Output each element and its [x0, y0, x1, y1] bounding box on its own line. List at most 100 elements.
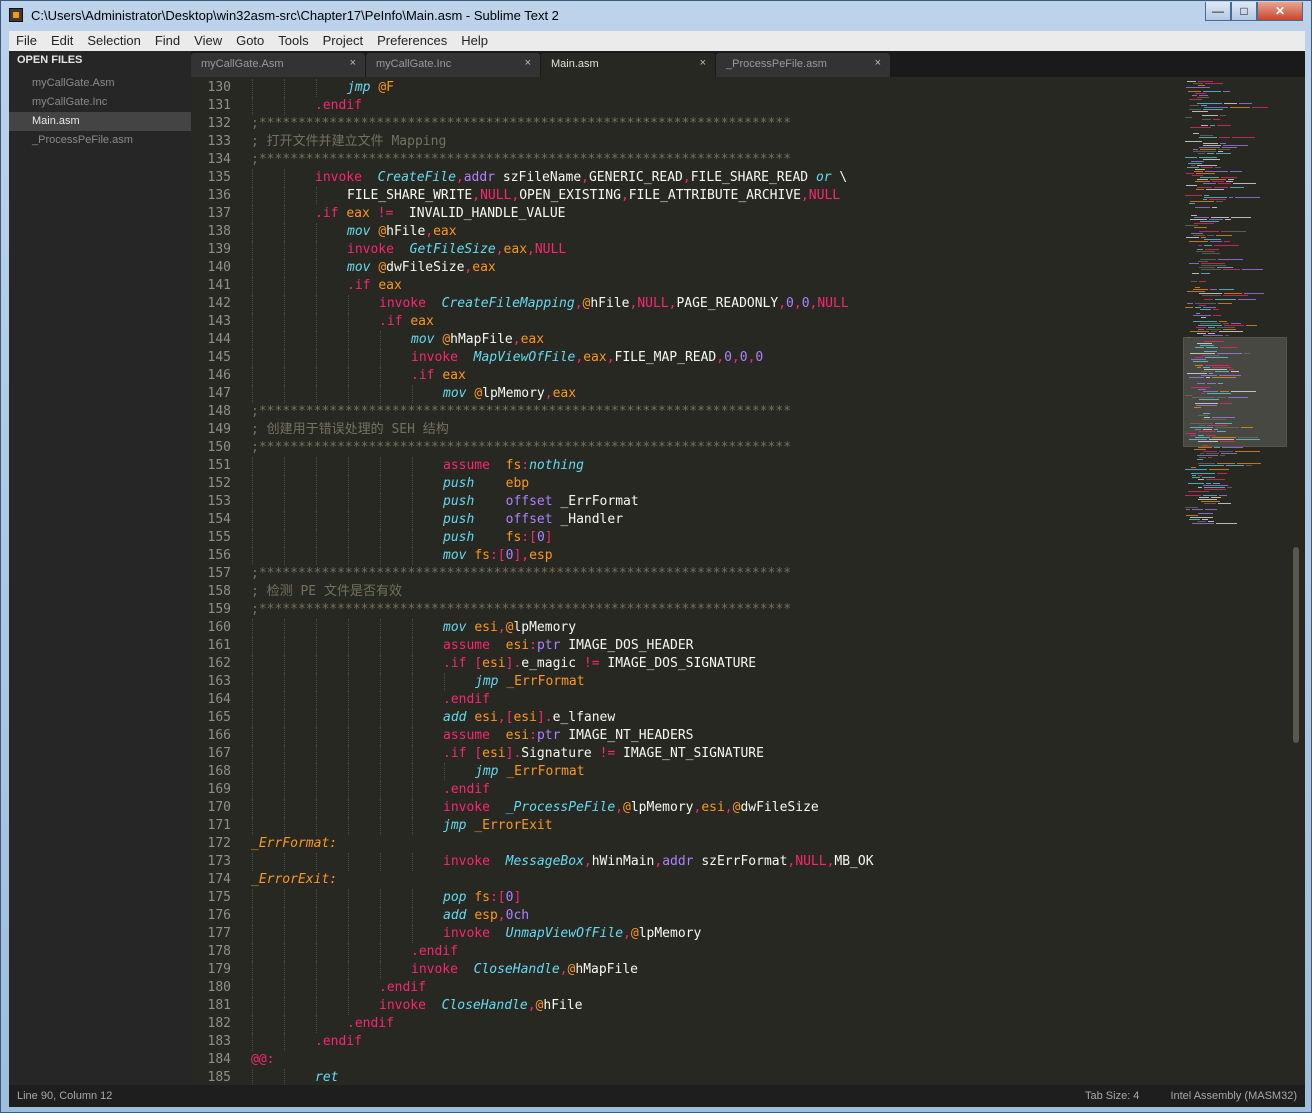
minimap-line — [1191, 387, 1210, 388]
code-line[interactable]: .if [esi].e_magic != IMAGE_DOS_SIGNATURE — [443, 655, 756, 673]
code-line[interactable]: mov @dwFileSize,eax — [347, 259, 496, 277]
code-line[interactable]: invoke _ProcessPeFile,@lpMemory,esi,@dwF… — [443, 799, 819, 817]
code-line[interactable]: ; 创建用于错误处理的 SEH 结构 — [251, 421, 449, 439]
maximize-button[interactable]: □ — [1231, 2, 1257, 21]
minimap-line — [1203, 199, 1207, 200]
sidebar-item-processpefile-asm[interactable]: _ProcessPeFile.asm — [9, 131, 191, 150]
code-line[interactable]: .endif — [315, 97, 362, 115]
minimap-line — [1222, 447, 1243, 448]
code-line[interactable]: mov esi,@lpMemory — [443, 619, 576, 637]
code-line[interactable]: FILE_SHARE_WRITE,NULL,OPEN_EXISTING,FILE… — [347, 187, 840, 205]
code-line[interactable]: .endif — [411, 943, 458, 961]
syntax-indicator[interactable]: Intel Assembly (MASM32) — [1170, 1090, 1297, 1102]
code-line[interactable]: ;***************************************… — [251, 403, 791, 421]
code-line[interactable]: assume fs:nothing — [443, 457, 584, 475]
tab-mycallgate-asm[interactable]: myCallGate.Asm × — [191, 53, 365, 77]
code-editor[interactable]: 130 131 132 133 134 135 136 137 138 139 140 141 142 1… — [191, 77, 1305, 1085]
sidebar-item-mycallgate-inc[interactable]: myCallGate.Inc — [9, 93, 191, 112]
code-line[interactable]: ; 检测 PE 文件是否有效 — [251, 583, 402, 601]
code-line[interactable]: ; 打开文件并建立文件 Mapping — [251, 133, 446, 151]
code-line[interactable]: .endif — [347, 1015, 394, 1033]
indent-guide — [252, 763, 253, 781]
code-line[interactable]: invoke GetFileSize,eax,NULL — [347, 241, 566, 259]
menu-tools[interactable]: Tools — [271, 31, 315, 51]
code-line[interactable]: jmp _ErrorExit — [443, 817, 553, 835]
minimap-line — [1218, 503, 1231, 504]
code-line[interactable]: .endif — [315, 1033, 362, 1051]
code-line[interactable]: invoke CreateFile,addr szFileName,GENERI… — [315, 169, 847, 187]
menu-goto[interactable]: Goto — [229, 31, 271, 51]
menu-preferences[interactable]: Preferences — [370, 31, 454, 51]
indent-guide — [284, 529, 285, 547]
code-line[interactable]: _ErrorExit: — [251, 871, 337, 889]
menu-find[interactable]: Find — [148, 31, 187, 51]
code-line[interactable]: add esp,0ch — [443, 907, 529, 925]
code-line[interactable]: pop fs:[0] — [443, 889, 521, 907]
close-window-button[interactable]: ✕ — [1257, 2, 1303, 21]
code-line[interactable]: add esi,[esi].e_lfanew — [443, 709, 615, 727]
tab-size-indicator[interactable]: Tab Size: 4 — [1085, 1090, 1139, 1102]
code-line[interactable]: push ebp — [443, 475, 529, 493]
code-line[interactable]: push offset _Handler — [443, 511, 623, 529]
code-line[interactable]: mov @hFile,eax — [347, 223, 457, 241]
code-line[interactable]: assume esi:ptr IMAGE_NT_HEADERS — [443, 727, 693, 745]
minimap-line — [1189, 203, 1195, 204]
tab-mycallgate-inc[interactable]: myCallGate.Inc × — [366, 53, 540, 77]
tab-processpefile-asm[interactable]: _ProcessPeFile.asm × — [716, 53, 890, 77]
code-line[interactable]: ret — [315, 1069, 338, 1085]
minimap-line — [1197, 249, 1203, 250]
code-line[interactable]: .if [esi].Signature != IMAGE_NT_SIGNATUR… — [443, 745, 764, 763]
minimap-line — [1192, 477, 1200, 478]
code-line[interactable]: @@: — [251, 1051, 274, 1069]
code-line[interactable]: mov @lpMemory,eax — [443, 385, 576, 403]
code-line[interactable]: invoke UnmapViewOfFile,@lpMemory — [443, 925, 701, 943]
tab-close-icon[interactable]: × — [700, 57, 706, 69]
code-line[interactable]: .endif — [379, 979, 426, 997]
code-area[interactable]: jmp @F .endif ;***************************… — [251, 77, 1241, 1085]
tab-main-asm[interactable]: Main.asm × — [541, 53, 715, 77]
title-bar[interactable]: C:\Users\Administrator\Desktop\win32asm-… — [1, 1, 1311, 31]
tab-close-icon[interactable]: × — [350, 57, 356, 69]
menu-file[interactable]: File — [9, 31, 44, 51]
menu-project[interactable]: Project — [316, 31, 370, 51]
tab-close-icon[interactable]: × — [875, 57, 881, 69]
vertical-scrollbar-thumb[interactable] — [1293, 547, 1299, 743]
minimap-line — [1203, 183, 1216, 184]
code-line[interactable]: _ErrFormat: — [251, 835, 337, 853]
code-line[interactable]: .if eax — [411, 367, 466, 385]
code-line[interactable]: jmp _ErrFormat — [475, 763, 585, 781]
tab-close-icon[interactable]: × — [525, 57, 531, 69]
code-line[interactable]: jmp @F — [347, 79, 394, 97]
code-line[interactable]: invoke CloseHandle,@hFile — [379, 997, 583, 1015]
code-line[interactable]: push offset _ErrFormat — [443, 493, 639, 511]
menu-view[interactable]: View — [187, 31, 229, 51]
minimap[interactable] — [1181, 77, 1291, 1085]
code-line[interactable]: assume esi:ptr IMAGE_DOS_HEADER — [443, 637, 693, 655]
menu-edit[interactable]: Edit — [44, 31, 80, 51]
code-line[interactable]: .if eax != INVALID_HANDLE_VALUE — [315, 205, 565, 223]
code-line[interactable]: jmp _ErrFormat — [475, 673, 585, 691]
code-line[interactable]: .endif — [443, 781, 490, 799]
minimize-button[interactable]: — — [1205, 2, 1231, 21]
code-line[interactable]: .if eax — [379, 313, 434, 331]
code-line[interactable]: ;***************************************… — [251, 565, 791, 583]
code-line[interactable]: invoke CreateFileMapping,@hFile,NULL,PAG… — [379, 295, 849, 313]
indent-guide — [348, 295, 349, 313]
menu-help[interactable]: Help — [454, 31, 495, 51]
code-line[interactable]: mov fs:[0],esp — [443, 547, 553, 565]
code-line[interactable]: push fs:[0] — [443, 529, 553, 547]
code-line[interactable]: mov @hMapFile,eax — [411, 331, 544, 349]
code-line[interactable]: .if eax — [347, 277, 402, 295]
code-line[interactable]: .endif — [443, 691, 490, 709]
code-line[interactable]: invoke MessageBox,hWinMain,addr szErrFor… — [443, 853, 874, 871]
menu-selection[interactable]: Selection — [80, 31, 147, 51]
code-line[interactable]: ;***************************************… — [251, 115, 791, 133]
code-line[interactable]: ;***************************************… — [251, 601, 791, 619]
minimap-line — [1214, 187, 1228, 188]
code-line[interactable]: invoke CloseHandle,@hMapFile — [411, 961, 638, 979]
sidebar-item-main-asm[interactable]: Main.asm — [9, 112, 191, 131]
code-line[interactable]: ;***************************************… — [251, 151, 791, 169]
sidebar-item-mycallgate-asm[interactable]: myCallGate.Asm — [9, 74, 191, 93]
code-line[interactable]: ;***************************************… — [251, 439, 791, 457]
code-line[interactable]: invoke MapViewOfFile,eax,FILE_MAP_READ,0… — [411, 349, 763, 367]
